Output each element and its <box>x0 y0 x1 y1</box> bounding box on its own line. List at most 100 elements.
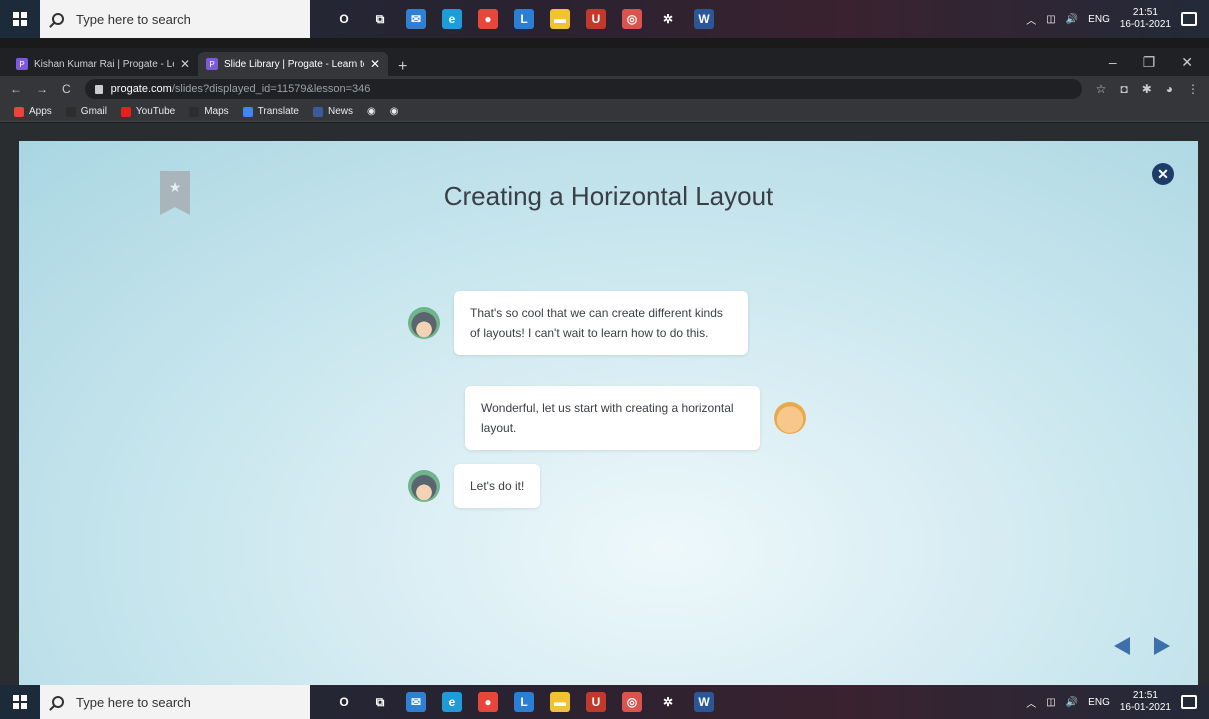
extensions-area: ☆ ◘ ✱ ◕ ⋮ <box>1096 82 1199 96</box>
bookmarks-bar: Apps Gmail YouTube Maps Translate News ◉ ◉ <box>0 102 1209 122</box>
cortana-icon[interactable]: O <box>334 9 354 29</box>
word-icon[interactable]: W <box>694 692 714 712</box>
start-button[interactable] <box>0 685 40 719</box>
chrome-icon[interactable]: ● <box>478 9 498 29</box>
slide-modal: ★ Creating a Horizontal Layout ✕ That's … <box>19 141 1198 685</box>
media-icon[interactable]: ◎ <box>622 692 642 712</box>
chrome-icon[interactable]: ● <box>478 692 498 712</box>
slide-navigation <box>1114 637 1170 655</box>
file-explorer-icon[interactable]: ▬ <box>550 692 570 712</box>
chevron-up-icon[interactable]: ︿ <box>1026 695 1036 710</box>
forward-icon[interactable]: → <box>36 82 48 96</box>
mail-icon[interactable]: ✉ <box>406 9 426 29</box>
taskbar-search-input[interactable]: Type here to search <box>40 0 310 38</box>
apps-icon <box>14 106 24 117</box>
progate-favicon-icon: P <box>206 58 218 70</box>
mail-icon[interactable]: ✉ <box>406 692 426 712</box>
chat-bubble: Wonderful, let us start with creating a … <box>465 386 760 450</box>
ninja-avatar <box>774 402 806 434</box>
settings-icon[interactable]: ✲ <box>658 692 678 712</box>
chat-message: Wonderful, let us start with creating a … <box>465 386 806 450</box>
browser-tabstrip: P Kishan Kumar Rai | Progate - Lea ✕ P S… <box>0 48 1209 76</box>
notification-icon[interactable] <box>1181 12 1197 26</box>
close-tab-icon[interactable]: ✕ <box>180 57 190 71</box>
mcafee-icon[interactable]: U <box>586 692 606 712</box>
clock[interactable]: 21:51 16-01-2021 <box>1120 690 1171 714</box>
search-icon <box>52 13 64 25</box>
minimize-button[interactable]: – <box>1109 54 1117 71</box>
progate-favicon-icon: P <box>16 58 28 70</box>
task-view-icon[interactable]: ⧉ <box>370 9 390 29</box>
launcher-icon[interactable]: L <box>514 692 534 712</box>
windows-icon <box>13 695 27 709</box>
address-bar[interactable]: progate.com/slides?displayed_id=11579&le… <box>84 79 1082 99</box>
window-controls: – ❐ ✕ <box>1109 54 1209 71</box>
browser-toolbar: ← → C progate.com/slides?displayed_id=11… <box>0 76 1209 102</box>
start-button[interactable] <box>0 0 40 38</box>
close-tab-icon[interactable]: ✕ <box>370 57 380 71</box>
close-window-button[interactable]: ✕ <box>1181 54 1193 71</box>
system-tray: ︿ ◫ 🔊 ENG 21:51 16-01-2021 <box>1026 7 1209 31</box>
settings-icon[interactable]: ✲ <box>658 9 678 29</box>
bookmark-gmail[interactable]: Gmail <box>65 106 107 117</box>
gmail-icon <box>65 106 76 117</box>
profile-avatar[interactable]: ◕ <box>1166 82 1173 96</box>
puzzle-icon[interactable]: ✱ <box>1142 82 1152 96</box>
tab-progate-profile[interactable]: P Kishan Kumar Rai | Progate - Lea ✕ <box>8 52 198 76</box>
globe-icon[interactable]: ◉ <box>390 106 399 117</box>
globe-icon[interactable]: ◉ <box>367 106 376 117</box>
taskbar-app-icons: O ⧉ ✉ e ● L ▬ U ◎ ✲ W <box>334 692 714 712</box>
edge-icon[interactable]: e <box>442 692 462 712</box>
reload-icon[interactable]: C <box>62 82 71 96</box>
media-icon[interactable]: ◎ <box>622 9 642 29</box>
windows-icon <box>13 12 27 26</box>
close-icon[interactable]: ✕ <box>1152 163 1174 185</box>
file-explorer-icon[interactable]: ▬ <box>550 9 570 29</box>
bookmark-translate[interactable]: Translate <box>242 106 299 117</box>
chat-bubble: Let's do it! <box>454 464 541 508</box>
chat-message: Let's do it! <box>408 464 541 508</box>
task-view-icon[interactable]: ⧉ <box>370 692 390 712</box>
maps-icon <box>189 106 200 117</box>
menu-kebab-icon[interactable]: ⋮ <box>1187 82 1199 96</box>
cat-avatar <box>408 307 440 339</box>
news-icon <box>313 106 323 117</box>
search-icon <box>52 696 64 708</box>
volume-icon[interactable]: 🔊 <box>1066 697 1078 708</box>
launcher-icon[interactable]: L <box>514 9 534 29</box>
slide-title: Creating a Horizontal Layout <box>443 181 774 211</box>
bookmark-star-icon[interactable]: ☆ <box>1096 82 1107 96</box>
lock-icon <box>94 84 103 94</box>
chat-message: That's so cool that we can create differ… <box>408 291 748 355</box>
language-indicator[interactable]: ENG <box>1088 697 1110 708</box>
clock[interactable]: 21:51 16-01-2021 <box>1120 7 1171 31</box>
chevron-up-icon[interactable]: ︿ <box>1026 12 1036 27</box>
previous-slide-button[interactable] <box>1114 637 1130 655</box>
system-tray: ︿ ◫ 🔊 ENG 21:51 16-01-2021 <box>1026 690 1209 714</box>
bookmark-youtube[interactable]: YouTube <box>120 106 175 117</box>
extension-icon[interactable]: ◘ <box>1120 82 1127 96</box>
cat-avatar <box>408 470 440 502</box>
tab-slide-library[interactable]: P Slide Library | Progate - Learn to ✕ <box>198 52 388 76</box>
new-tab-button[interactable]: + <box>388 58 417 76</box>
next-slide-button[interactable] <box>1154 637 1170 655</box>
edge-icon[interactable]: e <box>442 9 462 29</box>
network-icon[interactable]: ◫ <box>1046 697 1055 708</box>
word-icon[interactable]: W <box>694 9 714 29</box>
language-indicator[interactable]: ENG <box>1088 14 1110 25</box>
mcafee-icon[interactable]: U <box>586 9 606 29</box>
taskbar-search-input[interactable]: Type here to search <box>40 685 310 719</box>
back-icon[interactable]: ← <box>10 82 22 96</box>
translate-icon <box>242 106 253 117</box>
bookmark-news[interactable]: News <box>313 106 353 117</box>
volume-icon[interactable]: 🔊 <box>1066 14 1078 25</box>
notification-icon[interactable] <box>1181 695 1197 709</box>
youtube-icon <box>120 106 131 117</box>
bookmark-maps[interactable]: Maps <box>189 106 229 117</box>
restore-button[interactable]: ❐ <box>1143 54 1156 71</box>
cortana-icon[interactable]: O <box>334 692 354 712</box>
network-icon[interactable]: ◫ <box>1046 14 1055 25</box>
taskbar-app-icons: O ⧉ ✉ e ● L ▬ U ◎ ✲ W <box>334 9 714 29</box>
bookmark-apps[interactable]: Apps <box>14 106 52 117</box>
taskbar-bottom: Type here to search O ⧉ ✉ e ● L ▬ U ◎ ✲ W ︿ ◫ 🔊 EN… <box>0 685 1209 719</box>
